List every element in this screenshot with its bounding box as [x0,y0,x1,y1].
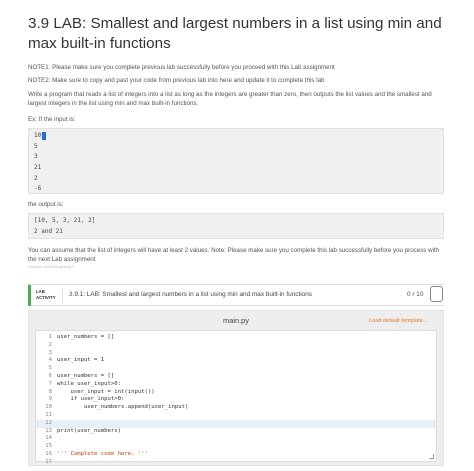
code-line[interactable]: 7 while user_input>0: [36,381,436,389]
code-text: print(user_numbers) [57,427,121,434]
code-text: user_input = 1 [57,357,105,364]
activity-score: 0 / 10 [407,291,424,298]
line-number: 5 [48,365,52,372]
example-intro: Ex: If the input is: [28,116,76,123]
code-line[interactable]: 4 user_input = 1 [36,357,436,365]
code-line[interactable]: 14 [36,435,436,443]
line-number: 3 [48,349,52,356]
output-intro: the output is: [28,201,64,208]
line-number: 2 [48,341,52,348]
code-line[interactable]: 13 print(user_numbers) [36,428,436,436]
line-number: 8 [48,388,52,395]
code-line[interactable]: 15 [36,443,436,451]
line-number: 10 [45,404,52,411]
output-line: 2 and 21 [34,227,63,235]
code-text: user_numbers = [] [57,373,115,379]
input-line: 2 [34,174,38,182]
line-number: 6 [48,373,52,379]
code-line[interactable]: 6 user_numbers = [] [36,373,436,381]
assumption-note: You can assume that the list of integers… [28,247,440,263]
code-editor[interactable]: 1 user_numbers = [] 2 3 4 user_input = 1 5 6 use… [35,330,437,465]
line-number: 4 [48,357,52,364]
code-text: while user_input>0: [57,380,121,387]
description: Write a program that reads a list of int… [28,91,432,107]
code-line[interactable]: 1 user_numbers = [] [36,334,436,342]
line-number: 13 [45,427,52,434]
input-line: -6 [34,185,42,193]
code-line[interactable]: 3 [36,350,436,358]
line-number: 17 [45,458,52,465]
code-text: ''' Complete code here. ''' [57,451,148,457]
input-line: 10 [29,131,443,142]
input-line: 5 [34,142,38,150]
code-line[interactable]: 9 if user_input>0: [36,396,436,404]
load-default-template-link[interactable]: Load default template... [369,318,427,324]
code-text: user_numbers.append(user_input) [57,404,189,411]
completion-badge-icon [430,286,443,302]
line-number: 14 [45,435,52,442]
line-number: 9 [48,396,52,403]
line-number: 1 [48,334,52,340]
divider [62,288,63,303]
editor-file-bar: main.py Load default template... [29,311,443,328]
lab-activity-header: LAB ACTIVITY 3.9.1: LAB: Smallest and la… [28,284,444,306]
code-line[interactable]: 17 [36,459,436,467]
code-line[interactable]: 16 ''' Complete code here. ''' [36,451,436,459]
code-text: user_input = int(input()) [57,388,155,395]
input-line: 3 [34,153,38,161]
line-number: 12 [45,419,52,426]
code-editor-panel: main.py Load default template... 1 user_n… [28,310,444,466]
line-number: 7 [48,380,52,387]
line-number: 16 [45,451,52,457]
code-line[interactable]: 10 user_numbers.append(user_input) [36,404,436,412]
code-text: user_numbers = [] [57,334,115,340]
code-line[interactable]: 5 [36,365,436,373]
note-1: NOTE1: Please make sure you complete pre… [28,64,335,71]
activity-id: 484484.2491108.qx3zqy7 [28,264,74,269]
code-line[interactable]: 12 [36,419,436,428]
input-line: 21 [34,164,42,172]
text-cursor [42,131,47,140]
activity-label: 3.9.1: LAB: Smallest and largest numbers… [69,291,312,298]
example-output-box: [10, 5, 3, 21, 2] 2 and 21 [28,213,444,239]
code-line[interactable]: 11 [36,412,436,420]
page-title: 3.9 LAB: Smallest and largest numbers in… [28,15,442,52]
code-line[interactable]: 2 [36,342,436,350]
code-line[interactable]: 8 user_input = int(input()) [36,389,436,397]
lab-page: 3.9 LAB: Smallest and largest numbers in… [0,0,474,471]
note-2: NOTE2: Make sure to copy and past your c… [28,77,325,84]
activity-accent-bar [28,285,31,306]
line-number: 15 [45,443,52,450]
code-text: if user_input>0: [57,396,125,403]
output-line: [10, 5, 3, 21, 2] [34,217,96,224]
example-input-box: 10 5 3 21 2 -6 [28,128,444,194]
lab-activity-tag: LAB ACTIVITY [36,289,56,300]
line-number: 11 [45,412,52,418]
